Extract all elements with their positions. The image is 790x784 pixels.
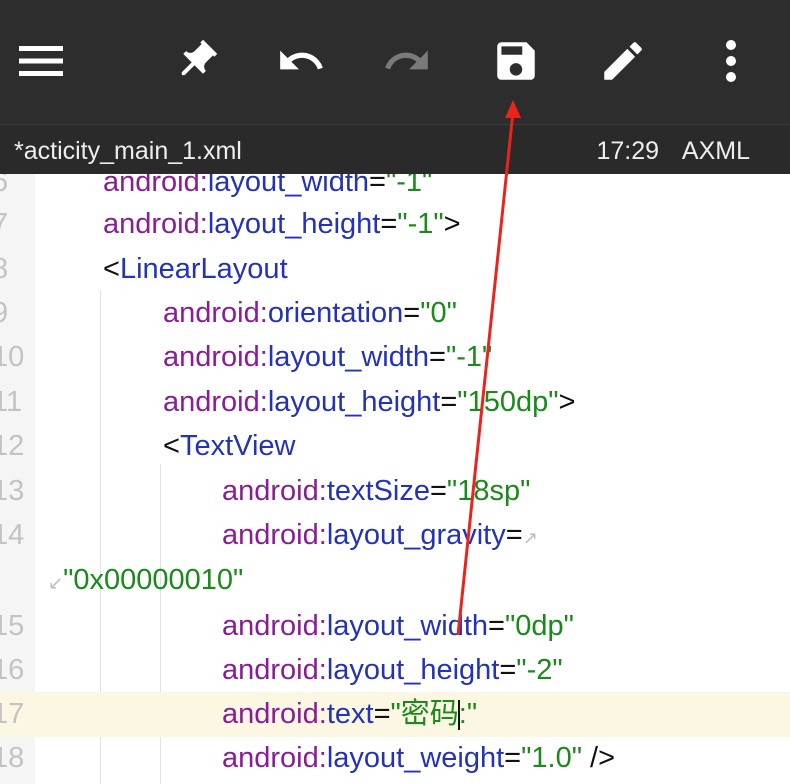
code-text: android:layout_height="-1"> [103, 208, 461, 240]
file-name: *acticity_main_1.xml [14, 137, 242, 165]
code-text: android:orientation="0" [163, 297, 457, 329]
line-number: 8 [0, 253, 9, 285]
code-text: ↙"0x00000010" [48, 564, 244, 596]
line-number: 15 [0, 610, 25, 642]
code-line: 14 android:layout_gravity=↗ [0, 513, 790, 558]
code-text: android:layout_width="-1" [103, 174, 433, 198]
code-line-current: 17 android:text="密码:" [0, 692, 790, 737]
code-line: 18 android:layout_weight="1.0" /> [0, 736, 790, 781]
line-number: 13 [0, 475, 25, 507]
code-line: 12 <TextView [0, 424, 790, 469]
wrap-indicator-icon: ↙ [48, 573, 64, 593]
code-text: android:text="密码:" [222, 698, 478, 731]
code-text: android:layout_height="150dp"> [163, 386, 576, 418]
save-icon[interactable] [485, 30, 547, 92]
line-number: 10 [0, 341, 25, 373]
line-number: 9 [0, 297, 9, 329]
code-line: 10 android:layout_width="-1" [0, 335, 790, 380]
more-vert-icon[interactable] [700, 30, 762, 92]
line-number: 14 [0, 519, 25, 551]
code-text: <LinearLayout [103, 253, 288, 285]
code-text: android:layout_gravity=↗ [222, 519, 538, 551]
code-line: 7 android:layout_height="-1"> [0, 202, 790, 247]
top-toolbar [0, 0, 790, 124]
code-text: android:layout_width="-1" [163, 341, 493, 373]
line-number: 7 [0, 208, 9, 240]
code-line: 6 android:layout_width="-1" [0, 174, 790, 205]
clock-time: 17:29 [596, 137, 659, 165]
code-text: android:layout_width="0dp" [222, 610, 574, 642]
code-line: 15 android:layout_width="0dp" [0, 604, 790, 649]
menu-icon[interactable] [10, 30, 72, 92]
file-status-bar: *acticity_main_1.xml 17:29 AXML [0, 124, 790, 174]
code-text: android:textSize="18sp" [222, 475, 531, 507]
code-text: android:layout_weight="1.0" /> [222, 742, 616, 774]
redo-icon[interactable] [376, 30, 438, 92]
line-number: 16 [0, 654, 25, 686]
edit-icon[interactable] [592, 30, 654, 92]
code-line: 11 android:layout_height="150dp"> [0, 380, 790, 425]
line-number: 6 [0, 174, 9, 198]
code-line: 9 android:orientation="0" [0, 291, 790, 336]
line-number: 11 [0, 386, 23, 418]
code-text: <TextView [163, 430, 296, 462]
code-line: 8 <LinearLayout [0, 247, 790, 292]
pin-icon[interactable] [165, 30, 227, 92]
code-editor[interactable]: 6 android:layout_width="-1" 7 android:la… [0, 174, 790, 784]
code-text: android:layout_height="-2" [222, 654, 563, 686]
code-line: 13 android:textSize="18sp" [0, 469, 790, 514]
line-number: 12 [0, 430, 25, 462]
code-line-wrapped: ↙"0x00000010" [0, 558, 790, 603]
code-line: 16 android:layout_height="-2" [0, 648, 790, 693]
line-number: 17 [0, 698, 25, 730]
undo-icon[interactable] [270, 30, 332, 92]
line-number: 18 [0, 742, 25, 774]
file-mode: AXML [681, 137, 750, 165]
wrap-indicator-icon: ↗ [522, 528, 538, 548]
